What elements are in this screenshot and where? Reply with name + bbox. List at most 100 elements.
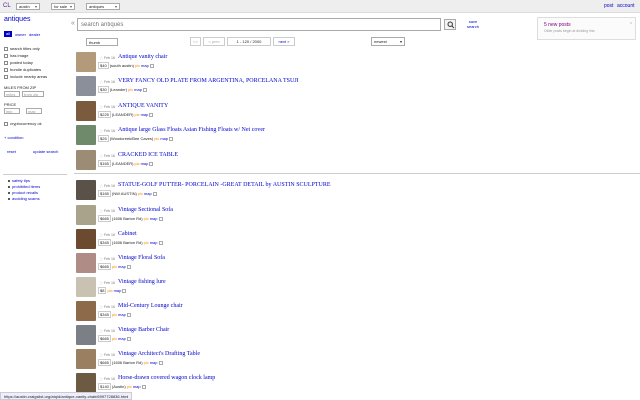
- listing-row[interactable]: ☆ Feb 16 Horse-drawn covered wagon clock l…: [76, 372, 640, 396]
- min-price-input[interactable]: min: [4, 108, 20, 114]
- listing-title-link[interactable]: VERY FANCY OLD PLATE FROM ARGENTINA, POR…: [118, 78, 299, 84]
- listing-title-link[interactable]: ANTIQUE VANITY: [118, 103, 168, 109]
- close-icon[interactable]: x: [630, 20, 632, 25]
- filter-posted-today[interactable]: posted today: [4, 60, 33, 65]
- hide-listing-icon[interactable]: [158, 360, 163, 365]
- listing-row[interactable]: ☆ Feb 16 Vintage fishing lure $8 picmap: [76, 276, 640, 300]
- listing-map-link[interactable]: map: [141, 112, 149, 117]
- filter-bundle-duplicates[interactable]: bundle duplicates: [4, 67, 41, 72]
- listing-title-link[interactable]: Vintage Floral Sofa: [118, 255, 165, 261]
- listing-title-link[interactable]: Vintage Sectional Sofa: [118, 207, 173, 213]
- account-link[interactable]: account: [617, 3, 635, 9]
- listing-title-link[interactable]: Vintage fishing lure: [118, 279, 166, 285]
- search-button[interactable]: [444, 19, 456, 30]
- hide-listing-icon[interactable]: [149, 161, 154, 166]
- update-search-button[interactable]: update search: [33, 149, 58, 154]
- category-title[interactable]: antiques: [4, 16, 30, 23]
- category-select[interactable]: antiques ▾: [86, 3, 120, 10]
- first-page-button[interactable]: <<: [190, 37, 201, 46]
- craigslist-logo[interactable]: CL: [3, 3, 11, 9]
- listing-title-link[interactable]: STATUE-GOLF PUTTER- PORCELAIN -GREAT DET…: [118, 182, 331, 188]
- listing-map-link[interactable]: map: [118, 336, 126, 341]
- help-link-safety[interactable]: safety tips: [8, 178, 30, 183]
- hide-listing-icon[interactable]: [126, 264, 131, 269]
- listing-thumbnail[interactable]: [76, 229, 96, 249]
- help-link-scams[interactable]: avoiding scams: [8, 196, 40, 201]
- listing-map-link[interactable]: map: [144, 191, 152, 196]
- post-link[interactable]: post: [604, 3, 613, 9]
- checkbox[interactable]: [4, 46, 8, 51]
- reset-button[interactable]: reset: [7, 149, 16, 154]
- filter-has-image[interactable]: has image: [4, 53, 28, 58]
- filter-include-nearby[interactable]: include nearby areas: [4, 74, 47, 79]
- listing-map-link[interactable]: map: [141, 161, 149, 166]
- listing-thumbnail[interactable]: [76, 325, 96, 345]
- listing-thumbnail[interactable]: [76, 301, 96, 321]
- listing-thumbnail[interactable]: [76, 52, 96, 72]
- listing-row[interactable]: ☆ Feb 16 VERY FANCY OLD PLATE FROM ARGENTI…: [76, 75, 640, 99]
- hide-listing-icon[interactable]: [141, 384, 146, 389]
- listing-title-link[interactable]: CRACKED ICE TABLE: [118, 152, 178, 158]
- sort-select[interactable]: newest ▾: [371, 37, 405, 46]
- condition-expander[interactable]: + condition: [4, 135, 23, 140]
- hide-listing-icon[interactable]: [158, 216, 163, 221]
- listing-thumbnail[interactable]: [76, 253, 96, 273]
- max-price-input[interactable]: max: [26, 108, 42, 114]
- hide-listing-icon[interactable]: [142, 87, 147, 92]
- checkbox[interactable]: [4, 121, 8, 126]
- next-page-button[interactable]: next >: [273, 37, 295, 46]
- listing-row[interactable]: ☆ Feb 16 Vintage Barber Chair $665 picmap: [76, 324, 640, 348]
- listing-row[interactable]: ☆ Feb 16 STATUE-GOLF PUTTER- PORCELAIN -GR…: [76, 179, 640, 203]
- listing-map-link[interactable]: map: [150, 360, 158, 365]
- listing-map-link[interactable]: map: [118, 312, 126, 317]
- listing-row[interactable]: ☆ Feb 16 Antique large Glass Floats Asian …: [76, 124, 640, 148]
- hide-listing-icon[interactable]: [169, 136, 174, 141]
- section-select[interactable]: for sale ▾: [51, 3, 75, 10]
- view-mode-select[interactable]: thumb: [86, 38, 118, 46]
- listing-row[interactable]: ☆ Feb 16 Cabinet $345 (1606 Barton Rd)picmap: [76, 228, 640, 252]
- save-search-link[interactable]: save search: [464, 19, 482, 29]
- listing-title-link[interactable]: Mid-Century Lounge chair: [118, 303, 183, 309]
- listing-row[interactable]: ☆ Feb 16 CRACKED ICE TABLE $165 (LEANDER)pic…: [76, 149, 640, 173]
- hide-listing-icon[interactable]: [149, 63, 154, 68]
- hide-listing-icon[interactable]: [126, 336, 131, 341]
- checkbox[interactable]: [4, 53, 8, 58]
- prev-page-button[interactable]: < prev: [203, 37, 225, 46]
- filter-dealer-toggle[interactable]: dealer: [29, 32, 40, 37]
- listing-row[interactable]: ☆ Feb 16 ANTIQUE VANITY $225 (LEANDER)picmap: [76, 100, 640, 124]
- listing-thumbnail[interactable]: [76, 76, 96, 96]
- listing-title-link[interactable]: Horse-drawn covered wagon clock lamp: [118, 375, 215, 381]
- listing-thumbnail[interactable]: [76, 125, 96, 145]
- listing-title-link[interactable]: Vintage Barber Chair: [118, 327, 169, 333]
- listing-thumbnail[interactable]: [76, 349, 96, 369]
- listing-row[interactable]: ☆ Feb 16 Antique vanity chair $40 (south aus…: [76, 51, 640, 75]
- hide-listing-icon[interactable]: [122, 288, 127, 293]
- listing-map-link[interactable]: map: [150, 216, 158, 221]
- listing-title-link[interactable]: Cabinet: [118, 231, 137, 237]
- filter-owner-toggle[interactable]: owner: [15, 32, 26, 37]
- filter-cryptocurrency[interactable]: cryptocurrency ok: [4, 121, 42, 126]
- listing-thumbnail[interactable]: [76, 277, 96, 297]
- listing-title-link[interactable]: Antique large Glass Floats Asian Fishing…: [118, 127, 265, 133]
- zip-input[interactable]: from zip: [22, 91, 44, 97]
- hide-listing-icon[interactable]: [152, 191, 157, 196]
- listing-title-link[interactable]: Antique vanity chair: [118, 54, 167, 60]
- new-posts-alert[interactable]: 5 new posts Older posts begin at dividin…: [537, 17, 636, 40]
- location-select[interactable]: austin ▾: [16, 3, 40, 10]
- hide-listing-icon[interactable]: [149, 112, 154, 117]
- listing-title-link[interactable]: Vintage Architect's Drafting Table: [118, 351, 200, 357]
- listing-thumbnail[interactable]: [76, 101, 96, 121]
- listing-map-link[interactable]: map: [141, 63, 149, 68]
- search-input[interactable]: [77, 18, 441, 31]
- checkbox[interactable]: [4, 60, 8, 65]
- listing-thumbnail[interactable]: [76, 180, 96, 200]
- listing-row[interactable]: ☆ Feb 16 Vintage Sectional Sofa $665 (1606 B…: [76, 204, 640, 228]
- filter-all-toggle[interactable]: all: [4, 31, 12, 37]
- checkbox[interactable]: [4, 67, 8, 72]
- listing-row[interactable]: ☆ Feb 16 Vintage Architect's Drafting Tabl…: [76, 348, 640, 372]
- help-link-prohibited[interactable]: prohibited items: [8, 184, 40, 189]
- listing-map-link[interactable]: map: [134, 87, 142, 92]
- listing-map-link[interactable]: map: [114, 288, 122, 293]
- listing-row[interactable]: ☆ Feb 16 Vintage Floral Sofa $665 picmap: [76, 252, 640, 276]
- help-link-recalls[interactable]: product recalls: [8, 190, 38, 195]
